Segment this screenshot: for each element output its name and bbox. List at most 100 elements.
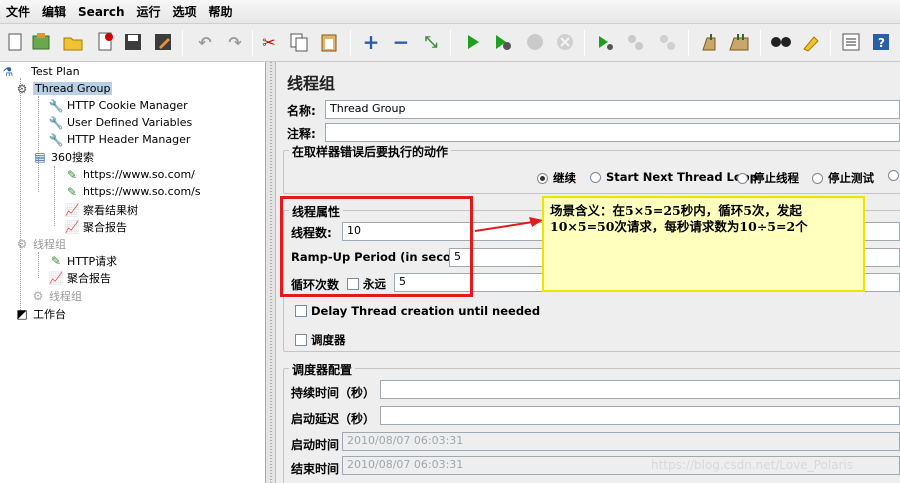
radio-dot xyxy=(537,172,548,184)
radio-dot xyxy=(812,172,823,184)
copy-icon[interactable] xyxy=(286,29,312,55)
tree-node-sampler-1[interactable]: ✎ https://www.so.com/ xyxy=(64,166,195,183)
tree-node-sampler-2[interactable]: ✎ https://www.so.com/s xyxy=(64,183,201,200)
menu-help[interactable]: 帮助 xyxy=(203,3,239,20)
end-time-label: 结束时间 xyxy=(291,462,340,476)
duration-input[interactable] xyxy=(380,380,900,399)
sampler-pen-icon: ✎ xyxy=(50,253,62,268)
menu-run[interactable]: 运行 xyxy=(130,3,166,20)
radio-dot xyxy=(737,172,748,184)
scheduler-checkbox[interactable]: 调度器 xyxy=(295,332,346,348)
svg-text:?: ? xyxy=(878,36,885,50)
clear-icon[interactable] xyxy=(696,29,722,55)
page-title: 线程组 xyxy=(287,74,336,93)
workbench-icon: ◩ xyxy=(16,306,28,321)
menu-file[interactable]: 文件 xyxy=(0,3,36,20)
radio-start-next-loop[interactable]: Start Next Thread Loop xyxy=(590,170,758,184)
annotation-note: 场景含义：在5×5=25秒内，循环5次，发起10×5=50次请求，每秒请求数为1… xyxy=(542,196,865,292)
thread-group-icon: ⚙ xyxy=(16,236,28,251)
close-file-icon[interactable] xyxy=(92,29,118,55)
start-time-input[interactable]: 2010/08/07 06:03:31 xyxy=(342,432,900,451)
radio-dot xyxy=(888,170,899,181)
help-icon[interactable]: ? xyxy=(868,29,894,55)
save-icon[interactable] xyxy=(120,29,146,55)
tree-node-thread-group[interactable]: ⚙ Thread Group xyxy=(14,80,113,97)
tree-node-header-manager[interactable]: 🔧 HTTP Header Manager xyxy=(48,131,191,148)
clear-all-icon[interactable] xyxy=(726,29,752,55)
menu-edit[interactable]: 编辑 xyxy=(36,3,72,20)
expand-icon[interactable]: + xyxy=(358,29,384,55)
name-label: 名称: xyxy=(287,104,316,118)
tree-node-results-tree[interactable]: 📈 察看结果树 xyxy=(64,201,138,218)
annotation-arrow xyxy=(474,217,543,232)
remote-start-icon[interactable] xyxy=(592,29,618,55)
config-wrench-icon: 🔧 xyxy=(48,98,64,113)
test-plan-tree: ⚗ Test Plan ⚙ Thread Group 🔧 HTTP Cookie… xyxy=(0,62,266,483)
scheduler-legend: 调度器配置 xyxy=(289,361,356,378)
function-helper-icon[interactable] xyxy=(838,29,864,55)
listener-chart-icon: 📈 xyxy=(64,219,80,234)
redo-icon[interactable]: ↷ xyxy=(222,29,248,55)
tree-node-test-plan[interactable]: ⚗ Test Plan xyxy=(0,63,80,80)
tree-node-http-request[interactable]: ✎ HTTP请求 xyxy=(48,252,117,269)
radio-stop-thread[interactable]: 停止线程 xyxy=(737,170,799,186)
comment-label: 注释: xyxy=(287,127,316,141)
templates-icon[interactable] xyxy=(28,29,54,55)
remote-stop-icon[interactable] xyxy=(622,29,648,55)
collapse-icon[interactable]: − xyxy=(388,29,414,55)
radio-dot xyxy=(590,171,601,183)
listener-chart-icon: 📈 xyxy=(64,202,80,217)
watermark: https://blog.csdn.net/Love_Polaris xyxy=(651,458,854,472)
radio-continue[interactable]: 继续 xyxy=(537,170,576,186)
duration-label: 持续时间（秒） xyxy=(291,386,376,400)
radio-stop-test[interactable]: 停止测试 xyxy=(812,170,874,186)
startup-delay-label: 启动延迟（秒） xyxy=(291,412,376,426)
menu-search[interactable]: Search xyxy=(72,5,130,19)
menu-options[interactable]: 选项 xyxy=(167,3,203,20)
cut-icon[interactable]: ✂ xyxy=(256,29,282,55)
tree-node-cookie-manager[interactable]: 🔧 HTTP Cookie Manager xyxy=(48,97,188,114)
tree-node-controller[interactable]: ▤ 360搜索 xyxy=(32,148,94,165)
tree-node-user-vars[interactable]: 🔧 User Defined Variables xyxy=(48,114,193,131)
delay-thread-checkbox[interactable]: Delay Thread creation until needed xyxy=(295,304,540,318)
toolbar: ↶ ↷ ✂ + − ⤡ ? xyxy=(0,24,900,62)
controller-icon: ▤ xyxy=(34,149,46,164)
config-wrench-icon: 🔧 xyxy=(48,132,64,147)
thread-group-icon: ⚙ xyxy=(32,288,44,303)
comment-input[interactable] xyxy=(325,123,900,142)
toggle-icon[interactable]: ⤡ xyxy=(418,29,444,55)
config-wrench-icon: 🔧 xyxy=(48,115,64,130)
highlight-box xyxy=(280,196,473,297)
menu-bar: 文件 编辑 Search 运行 选项 帮助 xyxy=(0,0,900,24)
start-no-pause-icon[interactable] xyxy=(490,29,516,55)
start-icon[interactable] xyxy=(460,29,486,55)
remote-shutdown-icon[interactable] xyxy=(654,29,680,55)
name-input[interactable]: Thread Group xyxy=(325,100,900,119)
save-as-icon[interactable] xyxy=(150,29,176,55)
tree-node-aggregate-1[interactable]: 📈 聚合报告 xyxy=(64,218,127,235)
tree-node-workbench[interactable]: ◩ 工作台 xyxy=(14,305,66,322)
split-pane-divider[interactable] xyxy=(266,62,276,483)
new-icon[interactable] xyxy=(2,29,28,55)
test-plan-icon: ⚗ xyxy=(2,64,14,79)
search-icon[interactable] xyxy=(768,29,794,55)
paste-icon[interactable] xyxy=(316,29,342,55)
reset-search-icon[interactable] xyxy=(798,29,824,55)
checkbox-box xyxy=(295,305,307,317)
sampler-pen-icon: ✎ xyxy=(66,167,78,182)
radio-stop-test-now[interactable] xyxy=(888,170,900,181)
thread-group-icon: ⚙ xyxy=(16,81,28,96)
undo-icon[interactable]: ↶ xyxy=(192,29,218,55)
tree-node-thread-group-3[interactable]: ⚙ 线程组 xyxy=(30,287,82,304)
tree-node-aggregate-2[interactable]: 📈 聚合报告 xyxy=(48,269,111,286)
checkbox-box xyxy=(295,334,307,346)
shutdown-icon[interactable] xyxy=(552,29,578,55)
startup-delay-input[interactable] xyxy=(380,406,900,425)
listener-chart-icon: 📈 xyxy=(48,270,64,285)
tree-node-thread-group-2[interactable]: ⚙ 线程组 xyxy=(14,235,66,252)
stop-icon[interactable] xyxy=(522,29,548,55)
error-action-legend: 在取样器错误后要执行的动作 xyxy=(289,143,452,160)
sampler-pen-icon: ✎ xyxy=(66,184,78,199)
start-time-label: 启动时间 xyxy=(291,438,340,452)
open-icon[interactable] xyxy=(60,29,86,55)
